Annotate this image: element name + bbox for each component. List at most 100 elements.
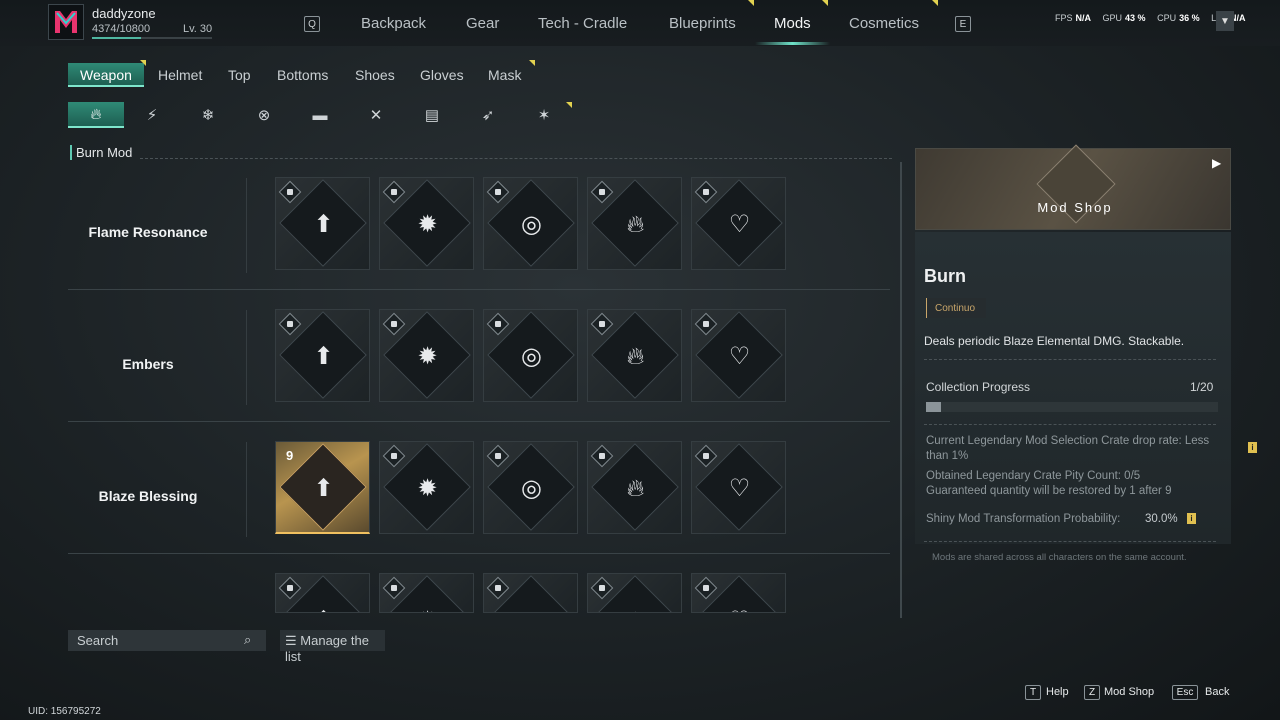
row-label-embers: Embers (122, 356, 174, 372)
divider (924, 424, 1216, 425)
tab-tech-cradle[interactable]: Tech - Cradle (538, 15, 627, 32)
gpu-label: GPU (1102, 13, 1123, 23)
hammer-spark-icon[interactable]: ✶ (516, 102, 572, 128)
snowflake-icon[interactable]: ❄︎ (180, 102, 236, 128)
collection-progress-bar (926, 402, 1218, 412)
row-label-flame-resonance: Flame Resonance (88, 224, 208, 240)
lightning-icon[interactable]: ⚡︎ (124, 102, 180, 128)
notify-dot (140, 60, 146, 66)
mod-card[interactable]: ⬆ (275, 573, 370, 613)
shared-mods-note: Mods are shared across all characters on… (932, 552, 1187, 563)
divider (924, 541, 1216, 542)
row-separator (246, 178, 247, 273)
row-separator (246, 442, 247, 537)
manage-list-button[interactable]: ☰ Manage the list (280, 630, 385, 664)
row-divider (68, 421, 890, 422)
search-placeholder: Search (77, 633, 119, 648)
mod-card[interactable]: ◎ (483, 441, 578, 534)
nav-prev-key[interactable]: Q (304, 16, 320, 32)
mod-card[interactable]: ◎ (483, 177, 578, 270)
cpu-label: CPU (1157, 13, 1177, 23)
search-icon[interactable]: ⌕ (244, 632, 251, 648)
shiny-probability-value: 30.0% (1145, 513, 1178, 525)
chevron-down-icon[interactable]: ▼ (1216, 11, 1234, 31)
tab-bottoms[interactable]: Bottoms (277, 63, 328, 87)
active-tab-indicator (755, 42, 830, 45)
mod-card[interactable]: 🔥︎ (587, 573, 682, 613)
mod-card[interactable]: ♡ (691, 573, 786, 613)
mod-card[interactable]: ✹ (379, 441, 474, 534)
anvil-icon[interactable]: ▬ (292, 102, 348, 128)
list-icon: ☰ (285, 633, 301, 648)
bandage-icon[interactable]: ▤ (404, 102, 460, 128)
drop-rate-text: Current Legendary Mod Selection Crate dr… (926, 435, 1210, 462)
tab-gear[interactable]: Gear (466, 15, 499, 32)
info-icon[interactable]: i (1187, 513, 1196, 524)
back-label[interactable]: Back (1205, 686, 1229, 698)
xp-bar (92, 37, 212, 39)
scrollbar[interactable] (900, 162, 902, 618)
shiny-probability-label: Shiny Mod Transformation Probability: (926, 513, 1121, 525)
tab-blueprints[interactable]: Blueprints (669, 15, 736, 32)
tab-top[interactable]: Top (228, 63, 251, 87)
mod-card[interactable]: ✹ (379, 309, 474, 402)
cpu-value: 36 % (1179, 13, 1200, 23)
tab-weapon[interactable]: Weapon (68, 63, 144, 87)
crossed-circle-icon[interactable]: ⊗ (236, 102, 292, 128)
mod-card[interactable]: ✹ (379, 177, 474, 270)
pity-restore-text: Guaranteed quantity will be restored by … (926, 485, 1172, 497)
tab-shoes[interactable]: Shoes (355, 63, 395, 87)
notify-dot (529, 60, 535, 66)
mod-card[interactable]: 🔥︎ (587, 441, 682, 534)
mod-card[interactable]: ♡ (691, 177, 786, 270)
player-xp: 4374/10800 (92, 23, 151, 35)
tab-gloves[interactable]: Gloves (420, 63, 464, 87)
nav-next-key[interactable]: E (955, 16, 971, 32)
notify-dot (932, 0, 938, 6)
tab-backpack[interactable]: Backpack (361, 15, 426, 32)
mod-card[interactable]: ◎ (483, 573, 578, 613)
row-divider (68, 553, 890, 554)
mod-card[interactable]: ◎ (483, 309, 578, 402)
mod-card[interactable]: 🔥︎ (587, 309, 682, 402)
help-key[interactable]: T (1025, 685, 1041, 700)
row-divider (68, 289, 890, 290)
mod-card[interactable]: ♡ (691, 309, 786, 402)
gpu-value: 43 % (1125, 13, 1146, 23)
crossed-tools-icon[interactable]: ✕ (348, 102, 404, 128)
mod-card[interactable]: 🔥︎ (587, 177, 682, 270)
row-label-blaze-blessing: Blaze Blessing (98, 488, 198, 504)
mod-shop-label[interactable]: Mod Shop (1104, 686, 1154, 698)
fps-label: FPS (1055, 13, 1073, 23)
mod-card[interactable]: ⬆ (275, 177, 370, 270)
fire-icon[interactable]: 🔥︎ (68, 102, 124, 128)
mod-card[interactable]: ✹ (379, 573, 474, 613)
mod-card[interactable]: ♡ (691, 441, 786, 534)
mod-shop-key[interactable]: Z (1084, 685, 1100, 700)
xp-bar-fill (92, 37, 141, 39)
help-label[interactable]: Help (1046, 686, 1069, 698)
play-arrow-icon[interactable]: ▶ (1212, 156, 1221, 170)
tab-cosmetics[interactable]: Cosmetics (849, 15, 919, 32)
mod-count: 9 (286, 448, 294, 463)
tab-mods[interactable]: Mods (774, 15, 811, 32)
player-level: Lv. 30 (183, 23, 213, 35)
divider (924, 359, 1216, 360)
tab-helmet[interactable]: Helmet (158, 63, 202, 87)
mod-title: Burn (924, 266, 966, 286)
mod-card[interactable]: ⬆ (275, 309, 370, 402)
player-emblem-icon (55, 11, 77, 33)
avatar[interactable] (48, 4, 84, 40)
user-id: UID: 156795272 (28, 706, 101, 717)
player-name: daddyzone (92, 6, 156, 21)
fps-value: N/A (1075, 13, 1092, 23)
info-icon[interactable]: i (1248, 442, 1257, 453)
back-key[interactable]: Esc (1172, 685, 1198, 700)
mod-tag: Continuo (926, 298, 986, 318)
crossbow-icon[interactable]: ➶ (460, 102, 516, 128)
tab-mask[interactable]: Mask (488, 63, 521, 87)
mod-card[interactable]: ⬆ 9 (275, 441, 370, 534)
notify-dot (748, 0, 754, 6)
mod-description: Deals periodic Blaze Elemental DMG. Stac… (924, 334, 1185, 348)
pity-count-text: Obtained Legendary Crate Pity Count: 0/5 (926, 470, 1141, 482)
